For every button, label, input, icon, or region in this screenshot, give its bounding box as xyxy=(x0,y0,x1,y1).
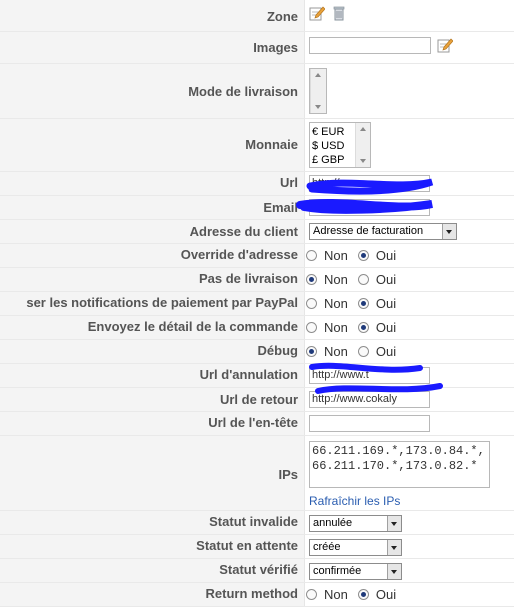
redaction-scribbles xyxy=(296,178,443,394)
